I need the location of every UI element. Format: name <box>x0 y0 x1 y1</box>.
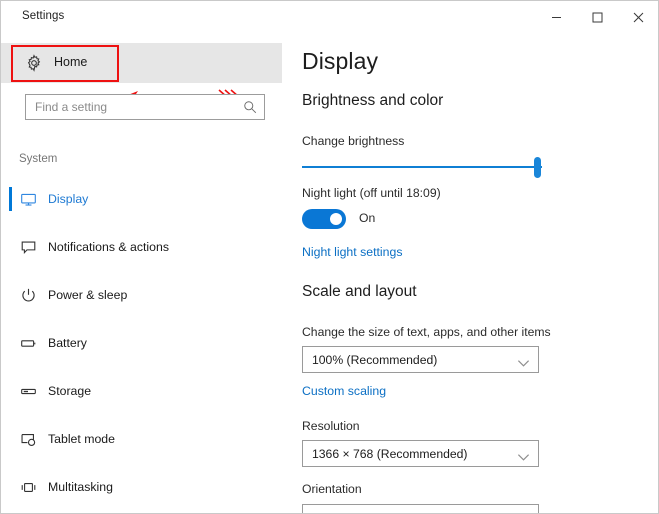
sidebar-item-notifications[interactable]: Notifications & actions <box>1 228 283 266</box>
brightness-slider-thumb[interactable] <box>534 157 541 178</box>
resolution-label: Resolution <box>302 419 360 433</box>
resolution-dropdown-value: 1366 × 768 (Recommended) <box>312 447 468 461</box>
search-placeholder: Find a setting <box>35 100 108 114</box>
page-title: Display <box>302 48 379 74</box>
sidebar-item-multitasking[interactable]: Multitasking <box>1 468 283 506</box>
sidebar-item-power-sleep-label: Power & sleep <box>48 288 128 302</box>
notification-icon <box>20 239 37 256</box>
brightness-slider-track <box>302 166 542 168</box>
storage-icon <box>20 383 37 400</box>
change-size-label: Change the size of text, apps, and other… <box>302 325 551 339</box>
section-heading-brightness: Brightness and color <box>302 92 444 109</box>
sidebar-item-notifications-label: Notifications & actions <box>48 240 169 254</box>
sidebar-item-power-sleep[interactable]: Power & sleep <box>1 276 283 314</box>
window-title: Settings <box>22 10 65 22</box>
sidebar-item-tablet-mode-label: Tablet mode <box>48 432 115 446</box>
search-input[interactable]: Find a setting <box>25 94 265 120</box>
close-icon <box>633 12 644 23</box>
night-light-toggle[interactable] <box>302 209 346 229</box>
scale-dropdown-value: 100% (Recommended) <box>312 353 438 367</box>
search-icon[interactable] <box>243 100 257 114</box>
resolution-dropdown[interactable]: 1366 × 768 (Recommended) <box>302 440 539 467</box>
night-light-settings-link[interactable]: Night light settings <box>302 245 402 259</box>
settings-sidebar: Home Find a setting System Display Notif… <box>1 34 283 513</box>
orientation-label: Orientation <box>302 482 362 496</box>
close-button[interactable] <box>618 1 658 33</box>
chevron-down-icon <box>517 355 530 367</box>
sidebar-item-display-label: Display <box>48 192 89 206</box>
maximize-button[interactable] <box>577 1 617 33</box>
minimize-icon <box>551 12 562 23</box>
sidebar-item-storage[interactable]: Storage <box>1 372 283 410</box>
sidebar-item-display[interactable]: Display <box>1 180 283 218</box>
section-heading-scale: Scale and layout <box>302 283 417 300</box>
sidebar-group-title: System <box>19 153 58 165</box>
sidebar-item-multitasking-label: Multitasking <box>48 480 113 494</box>
gear-icon <box>25 54 43 72</box>
orientation-dropdown[interactable] <box>302 504 539 513</box>
custom-scaling-link[interactable]: Custom scaling <box>302 384 386 398</box>
settings-window: Settings Home Find a setting System Disp… <box>0 0 659 514</box>
battery-icon <box>20 335 37 352</box>
chevron-down-icon <box>517 449 530 461</box>
multitasking-icon <box>20 479 37 496</box>
display-settings-panel: Display Brightness and color Change brig… <box>283 34 658 513</box>
sidebar-item-storage-label: Storage <box>48 384 92 398</box>
title-bar[interactable]: Settings <box>1 1 658 34</box>
night-light-toggle-knob <box>330 213 342 225</box>
sidebar-item-tablet-mode[interactable]: Tablet mode <box>1 420 283 458</box>
sidebar-item-home-label: Home <box>54 55 88 69</box>
brightness-slider[interactable] <box>302 156 542 178</box>
change-brightness-label: Change brightness <box>302 134 405 148</box>
tablet-mode-icon <box>20 431 37 448</box>
scale-dropdown[interactable]: 100% (Recommended) <box>302 346 539 373</box>
night-light-label: Night light (off until 18:09) <box>302 186 441 200</box>
sidebar-item-battery-label: Battery <box>48 336 87 350</box>
maximize-icon <box>592 12 603 23</box>
power-icon <box>20 287 37 304</box>
selection-indicator <box>9 187 12 211</box>
monitor-icon <box>20 191 37 208</box>
minimize-button[interactable] <box>536 1 576 33</box>
night-light-toggle-state: On <box>359 211 376 225</box>
sidebar-item-battery[interactable]: Battery <box>1 324 283 362</box>
sidebar-item-home[interactable]: Home <box>11 44 119 82</box>
